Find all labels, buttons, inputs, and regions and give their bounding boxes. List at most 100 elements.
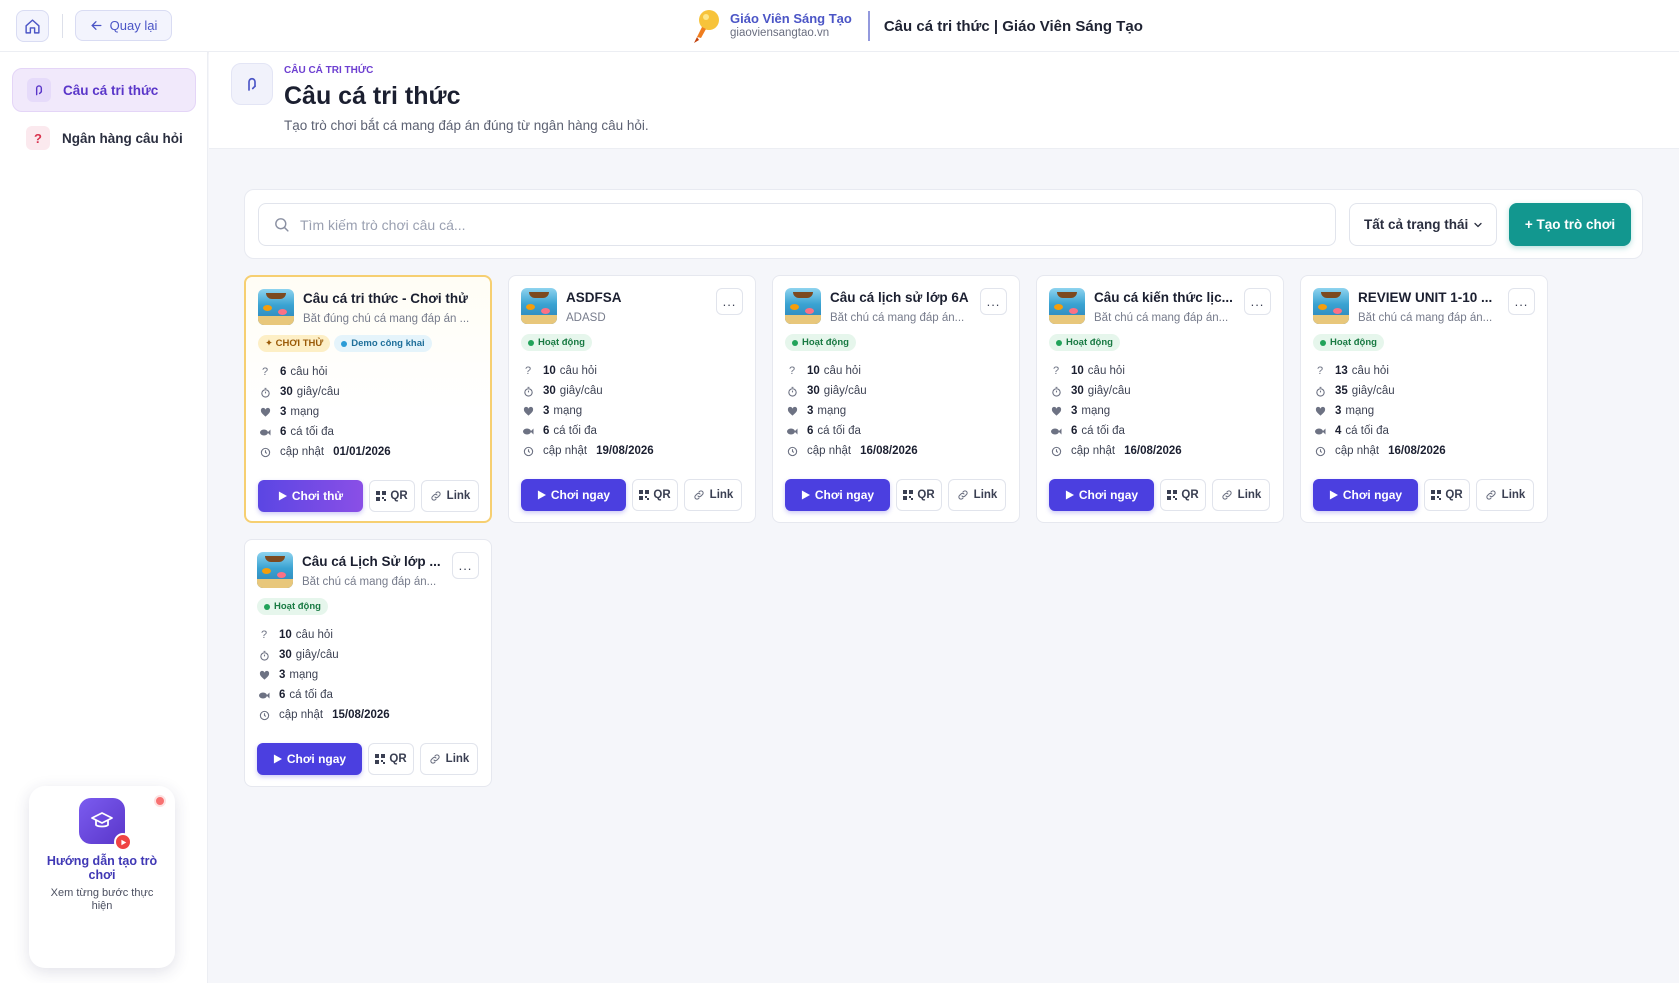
more-options-button[interactable]: ... bbox=[716, 288, 743, 315]
play-button[interactable]: Chơi ngay bbox=[1049, 479, 1154, 511]
status-filter-value: Tất cả trạng thái bbox=[1364, 217, 1469, 232]
brand: Giáo Viên Sáng Tạo giaoviensangtao.vn Câ… bbox=[690, 6, 1143, 46]
stat-max-fish: 6 cá tối đa bbox=[1050, 421, 1182, 441]
stat-seconds: 30 giây/câu bbox=[258, 645, 390, 665]
more-options-button[interactable]: ... bbox=[452, 552, 479, 579]
more-options-button[interactable]: ... bbox=[1244, 288, 1271, 315]
back-button[interactable]: Quay lại bbox=[75, 10, 172, 41]
home-button[interactable] bbox=[16, 10, 49, 42]
stopwatch-icon bbox=[258, 649, 270, 661]
copy-link-button[interactable]: Link bbox=[421, 480, 479, 512]
fish-icon bbox=[522, 425, 534, 437]
search-box[interactable] bbox=[258, 203, 1336, 246]
stat-seconds: 30 giây/câu bbox=[522, 381, 654, 401]
stat-max-fish: 6 cá tối đa bbox=[259, 422, 391, 442]
stat-updated: cập nhật 19/08/2026 bbox=[522, 441, 654, 461]
qr-code-icon bbox=[1431, 490, 1442, 500]
topbar-divider bbox=[62, 14, 63, 38]
game-card-subtitle: Bắt đúng chú cá mang đáp án ... bbox=[303, 313, 470, 325]
game-card-title[interactable]: Câu cá tri thức - Chơi thử bbox=[303, 291, 478, 306]
link-icon bbox=[1222, 490, 1232, 500]
search-input[interactable] bbox=[300, 216, 1300, 233]
game-card-title[interactable]: REVIEW UNIT 1-10 ... bbox=[1358, 290, 1506, 305]
play-button[interactable]: Chơi ngay bbox=[1313, 479, 1418, 511]
qr-button[interactable]: QR bbox=[369, 480, 415, 512]
stat-max-fish: 4 cá tối đa bbox=[1314, 421, 1446, 441]
qr-button[interactable]: QR bbox=[896, 479, 942, 511]
clock-icon bbox=[786, 445, 798, 457]
game-card-badges: ✦ CHƠI THỬ Demo công khai bbox=[258, 335, 432, 352]
clock-icon bbox=[522, 445, 534, 457]
fish-icon bbox=[259, 426, 271, 438]
copy-link-button[interactable]: Link bbox=[684, 479, 742, 511]
status-filter-select[interactable]: Tất cả trạng thái bbox=[1349, 203, 1497, 246]
status-dot-icon bbox=[1320, 339, 1326, 346]
sidebar-item-question-bank[interactable]: ? Ngân hàng câu hỏi bbox=[12, 116, 196, 160]
page-heading: Câu cá tri thức | Giáo Viên Sáng Tạo bbox=[883, 17, 1143, 35]
qr-button[interactable]: QR bbox=[632, 479, 678, 511]
game-thumbnail bbox=[1313, 288, 1349, 324]
toolbar: Tất cả trạng thái + Tạo trò chơi bbox=[244, 189, 1643, 259]
status-dot-icon bbox=[792, 339, 798, 346]
status-dot-icon bbox=[528, 339, 534, 346]
game-card: Câu cá lịch sử lớp 6A Bắt chú cá mang đá… bbox=[772, 275, 1020, 523]
copy-link-button[interactable]: Link bbox=[1212, 479, 1270, 511]
stopwatch-icon bbox=[786, 385, 798, 397]
status-badge: ✦ CHƠI THỬ bbox=[258, 335, 331, 352]
game-thumbnail bbox=[521, 288, 557, 324]
home-icon bbox=[25, 18, 40, 34]
stopwatch-icon bbox=[1314, 385, 1326, 397]
game-card-badges: Hoạt động bbox=[1049, 334, 1120, 351]
stat-updated: cập nhật 16/08/2026 bbox=[1314, 441, 1446, 461]
game-card-title[interactable]: ASDFSA bbox=[566, 290, 714, 305]
status-dot-icon bbox=[264, 603, 270, 610]
qr-button[interactable]: QR bbox=[1160, 479, 1206, 511]
guide-title: Hướng dẫn tạo trò chơi bbox=[46, 854, 158, 883]
stat-questions: ? 10 câu hỏi bbox=[522, 361, 654, 381]
game-card: Câu cá tri thức - Chơi thử Bắt đúng chú … bbox=[244, 275, 492, 523]
qr-button[interactable]: QR bbox=[1424, 479, 1470, 511]
qr-button[interactable]: QR bbox=[368, 743, 414, 775]
question-mark-icon: ? bbox=[260, 629, 268, 641]
create-game-button[interactable]: + Tạo trò chơi bbox=[1509, 203, 1631, 246]
stat-seconds: 35 giây/câu bbox=[1314, 381, 1446, 401]
heart-icon bbox=[258, 669, 270, 681]
qr-code-icon bbox=[639, 490, 650, 500]
copy-link-button[interactable]: Link bbox=[420, 743, 478, 775]
copy-link-button[interactable]: Link bbox=[948, 479, 1006, 511]
stat-max-fish: 6 cá tối đa bbox=[522, 421, 654, 441]
stat-updated: cập nhật 15/08/2026 bbox=[258, 705, 390, 725]
guide-card[interactable]: Hướng dẫn tạo trò chơi Xem từng bước thự… bbox=[29, 786, 175, 968]
more-options-button[interactable]: ... bbox=[980, 288, 1007, 315]
more-options-button[interactable]: ... bbox=[1508, 288, 1535, 315]
fish-icon bbox=[258, 689, 270, 701]
status-dot-icon bbox=[1056, 339, 1062, 346]
copy-link-button[interactable]: Link bbox=[1476, 479, 1534, 511]
game-card-actions: Chơi ngay QR Link bbox=[1049, 479, 1270, 511]
play-button[interactable]: Chơi ngay bbox=[521, 479, 626, 511]
game-card-title[interactable]: Câu cá lịch sử lớp 6A bbox=[830, 290, 978, 305]
stat-lives: 3 mạng bbox=[522, 401, 654, 421]
game-thumbnail bbox=[257, 552, 293, 588]
brand-domain: giaoviensangtao.vn bbox=[730, 26, 830, 39]
sidebar-item-label: Câu cá tri thức bbox=[63, 82, 159, 98]
search-icon bbox=[275, 218, 289, 232]
game-card-title[interactable]: Câu cá kiến thức lịc... bbox=[1094, 290, 1242, 305]
play-button[interactable]: Chơi ngay bbox=[257, 743, 362, 775]
page-description: Tạo trò chơi bắt cá mang đáp án đúng từ … bbox=[284, 118, 649, 133]
brand-name: Giáo Viên Sáng Tạo bbox=[730, 10, 852, 26]
stat-questions: ? 10 câu hỏi bbox=[258, 625, 390, 645]
question-mark-icon: ? bbox=[1316, 365, 1324, 377]
play-icon bbox=[114, 833, 132, 851]
game-card-title[interactable]: Câu cá Lịch Sử lớp ... bbox=[302, 554, 450, 569]
game-card-stats: ? 10 câu hỏi 30 giây/câu 3 mạng 6 cá tối… bbox=[1050, 361, 1182, 461]
fish-icon bbox=[1314, 425, 1326, 437]
play-button[interactable]: Chơi ngay bbox=[785, 479, 890, 511]
guide-subtitle: Xem từng bước thực hiện bbox=[50, 886, 154, 912]
play-button[interactable]: Chơi thử bbox=[258, 480, 363, 512]
stat-updated: cập nhật 16/08/2026 bbox=[786, 441, 918, 461]
game-card-stats: ? 13 câu hỏi 35 giây/câu 3 mạng 4 cá tối… bbox=[1314, 361, 1446, 461]
game-card-badges: Hoạt động bbox=[257, 598, 328, 615]
sidebar-item-fishing-game[interactable]: Câu cá tri thức bbox=[12, 68, 196, 112]
clock-icon bbox=[258, 709, 270, 721]
